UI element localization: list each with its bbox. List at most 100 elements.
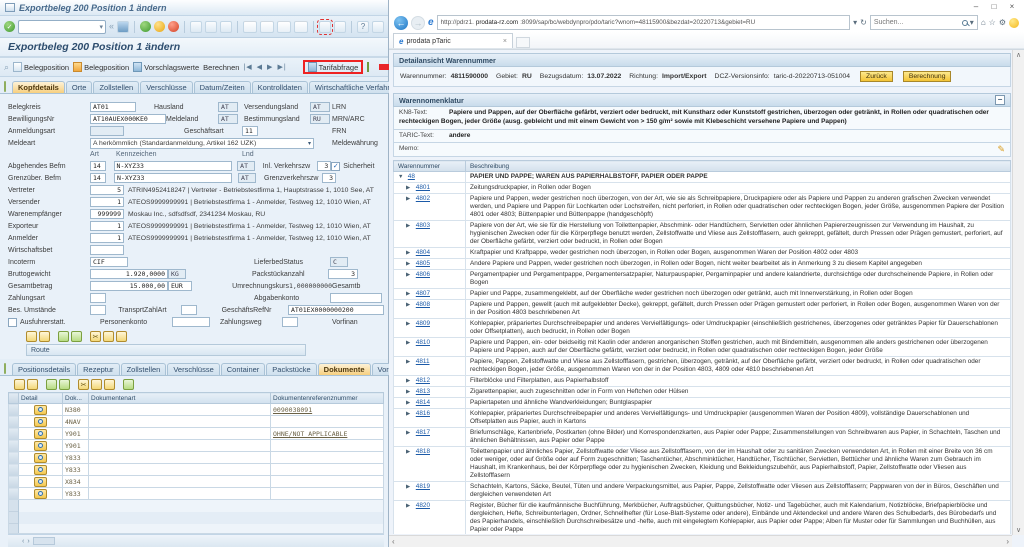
dok-code-cell[interactable]: 4NAV xyxy=(63,416,89,428)
tree-arrow-icon[interactable]: ▶ xyxy=(406,302,414,309)
abgehend-art-field[interactable]: 14 xyxy=(90,161,106,171)
position-tab[interactable]: Verschlüsse xyxy=(167,363,219,375)
incoterm-field[interactable]: CIF xyxy=(90,257,128,267)
tree-arrow-icon[interactable]: ▶ xyxy=(406,223,414,230)
bewilligungsnr-field[interactable]: AT10AUEX000KE0 xyxy=(90,114,166,124)
footer-scroll-left-icon[interactable]: ‹ xyxy=(22,538,24,545)
warennummer-link[interactable]: 4819 xyxy=(416,483,430,490)
position-tab[interactable]: Container xyxy=(221,363,266,375)
header-tab[interactable]: Zollstellen xyxy=(93,81,139,93)
warennummer-link[interactable]: 4813 xyxy=(416,388,430,395)
warennummer-link[interactable]: 4805 xyxy=(416,260,430,267)
warennummer-link[interactable]: 4806 xyxy=(416,271,430,278)
command-field[interactable]: ▾ xyxy=(18,20,106,34)
tree-arrow-icon[interactable]: ▶ xyxy=(406,430,414,437)
row-selector[interactable] xyxy=(9,404,19,416)
dokumentenart-cell[interactable] xyxy=(89,440,271,452)
dokref-link[interactable]: 0090038091 xyxy=(273,406,312,414)
col-beschreibung[interactable]: Beschreibung xyxy=(466,161,1011,172)
horizontal-scrollbar[interactable]: ‹ › xyxy=(389,535,1012,547)
col-dok[interactable]: Dok... xyxy=(63,393,89,404)
paste-doc-icon[interactable] xyxy=(104,379,115,390)
tree-arrow-icon[interactable]: ▶ xyxy=(406,340,414,347)
back-icon[interactable] xyxy=(140,21,151,32)
dokumentenart-cell[interactable] xyxy=(89,488,271,500)
tree-arrow-icon[interactable]: ▶ xyxy=(406,321,414,328)
tree-arrow-icon[interactable]: ▶ xyxy=(406,185,414,192)
help-icon[interactable]: ? xyxy=(357,21,369,33)
transprtzahlart-field[interactable] xyxy=(181,305,197,315)
refresh-icon[interactable]: ↻ xyxy=(860,18,867,27)
warennummer-link[interactable]: 4802 xyxy=(416,195,430,202)
dokumentenart-cell[interactable] xyxy=(89,416,271,428)
col-dokumentenart[interactable]: Dokumentenart xyxy=(89,393,271,404)
ausfuhrerstatt-checkbox[interactable] xyxy=(8,318,17,327)
warennummer-link[interactable]: 4820 xyxy=(416,502,430,509)
gesamtbetrag-field[interactable]: 15.000,00 xyxy=(90,281,168,291)
footer-scroll-right-icon[interactable]: › xyxy=(27,538,29,545)
last-page-icon[interactable] xyxy=(294,21,308,33)
insert-doc-icon[interactable] xyxy=(46,379,57,390)
collapse-icon[interactable]: − xyxy=(995,95,1005,105)
detail-icon[interactable] xyxy=(34,405,47,415)
vertreter-nr-field[interactable]: 5 xyxy=(90,185,124,195)
row-selector[interactable] xyxy=(9,464,19,476)
personenkonto-field[interactable] xyxy=(172,317,210,327)
grenzverkehrszw-field[interactable]: 3 xyxy=(322,173,336,183)
enter-icon[interactable]: ✓ xyxy=(4,21,15,32)
tree-arrow-icon[interactable]: ▶ xyxy=(406,389,414,396)
position-tab[interactable]: Dokumente xyxy=(318,363,371,375)
detail-icon[interactable] xyxy=(34,429,47,439)
copy-row-icon[interactable] xyxy=(39,331,50,342)
row-selector[interactable] xyxy=(9,440,19,452)
tree-arrow-icon[interactable]: ▶ xyxy=(406,196,414,203)
warennummer-link[interactable]: 4809 xyxy=(416,320,430,327)
belegposition-copy-button[interactable]: Belegposition xyxy=(73,62,129,72)
tree-arrow-icon[interactable]: ▶ xyxy=(406,400,414,407)
folder-icon[interactable] xyxy=(4,81,6,92)
tree-arrow-icon[interactable]: ▶ xyxy=(406,378,414,385)
dokref-link[interactable]: OHNE/NOT APPLICABLE xyxy=(273,430,347,438)
warennummer-link[interactable]: 4810 xyxy=(416,339,430,346)
tree-arrow-icon[interactable]: ▶ xyxy=(406,291,414,298)
dok-code-cell[interactable]: N380 xyxy=(63,404,89,416)
row-selector[interactable] xyxy=(9,452,19,464)
services-icon[interactable]: ⌕ xyxy=(4,63,9,72)
tarifabfrage-button[interactable]: Tarifabfrage xyxy=(308,62,359,72)
abgabenkonto-field[interactable] xyxy=(330,293,382,303)
berechnung-button[interactable]: Berechnung xyxy=(903,71,952,82)
dokumentenart-cell[interactable] xyxy=(89,464,271,476)
gesamtbetrag-currency-field[interactable]: EUR xyxy=(168,281,192,291)
customize-layout-icon[interactable] xyxy=(372,21,384,33)
expand-grid-icon[interactable] xyxy=(123,379,134,390)
vorschlagswerte-button[interactable]: Vorschlagswerte xyxy=(133,62,199,72)
nav-first-icon[interactable]: |◀ xyxy=(243,63,252,71)
tree-arrow-icon[interactable]: ▶ xyxy=(406,503,414,510)
tab-close-icon[interactable]: × xyxy=(503,38,507,45)
url-dropdown-icon[interactable]: ▾ xyxy=(853,18,857,27)
delete-row-icon[interactable] xyxy=(71,331,82,342)
row-selector[interactable] xyxy=(9,476,19,488)
anmelder-nr-field[interactable]: 1 xyxy=(90,233,124,243)
col-detail[interactable]: Detail xyxy=(19,393,63,404)
find-icon[interactable] xyxy=(205,21,217,33)
prev-page-icon[interactable] xyxy=(260,21,274,33)
col-warennummer[interactable]: Warennummer xyxy=(394,161,466,172)
bestimmungsland-field[interactable]: RU xyxy=(310,114,330,124)
belegkreis-field[interactable]: AT01 xyxy=(90,102,136,112)
grenz-lnd-field[interactable]: AT xyxy=(238,173,256,183)
tree-arrow-icon[interactable]: ▶ xyxy=(406,272,414,279)
position-tab[interactable]: Zollstellen xyxy=(121,363,167,375)
url-field[interactable]: http://pdrz1.prodata-rz.com:8099/sap/bc/… xyxy=(437,15,851,30)
berechnen-button[interactable]: Berechnen xyxy=(203,63,239,72)
dok-code-cell[interactable]: Y901 xyxy=(63,428,89,440)
tree-arrow-icon[interactable]: ▶ xyxy=(406,484,414,491)
row-selector[interactable] xyxy=(9,488,19,500)
warennummer-link[interactable]: 4816 xyxy=(416,410,430,417)
tree-arrow-icon[interactable]: ▶ xyxy=(406,411,414,418)
zahlungsweg-field[interactable] xyxy=(282,317,298,327)
grenz-kz-field[interactable]: N-XYZ33 xyxy=(114,173,232,183)
tree-arrow-icon[interactable]: ▼ xyxy=(398,174,406,181)
wirtschaftsbet-field[interactable] xyxy=(90,245,124,255)
save-icon[interactable] xyxy=(117,21,129,33)
